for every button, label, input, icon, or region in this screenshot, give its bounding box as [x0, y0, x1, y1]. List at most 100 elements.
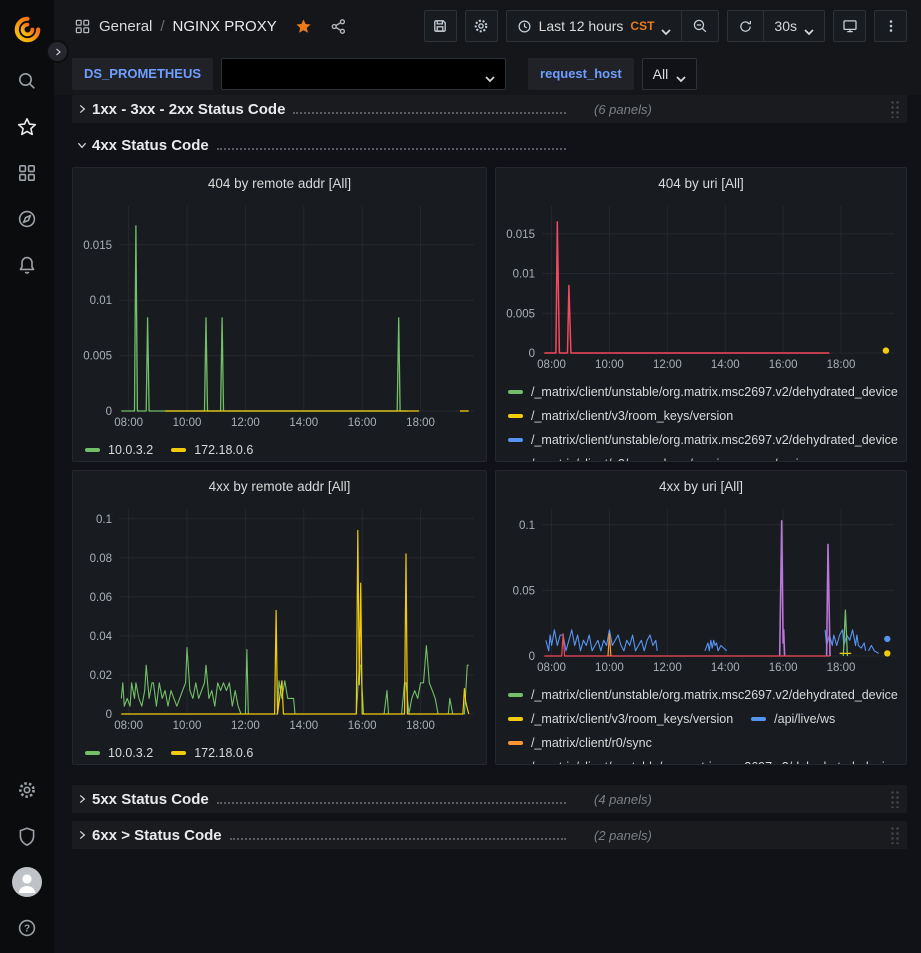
legend-item[interactable]: 172.18.0.6	[171, 741, 253, 765]
legend-label: 10.0.3.2	[108, 741, 153, 765]
legend-item[interactable]: /_matrix/client/unstable/org.matrix.msc2…	[508, 380, 898, 404]
panel-title[interactable]: 404 by remote addr [All]	[73, 168, 486, 198]
legend-label: /_matrix/client/r0/sync	[531, 731, 652, 755]
chevron-down-icon	[76, 139, 88, 151]
dashboards-grid-icon	[74, 18, 91, 35]
legend-label: 172.18.0.6	[194, 741, 253, 765]
sidebar: ?	[0, 0, 54, 953]
legend-item[interactable]: /_matrix/client/unstable/org.matrix.msc2…	[508, 428, 898, 452]
chart-4xx-by-uri[interactable]: 08:0010:0012:0014:0016:0018:0000.050.1	[496, 501, 906, 681]
row-title: 6xx > Status Code	[92, 827, 222, 844]
sidebar-item-server-admin[interactable]	[0, 813, 54, 859]
monitor-icon	[842, 18, 858, 34]
chart-4xx-by-remote-addr[interactable]: 08:0010:0012:0014:0016:0018:0000.020.040…	[73, 501, 486, 739]
save-dashboard-button[interactable]	[424, 10, 457, 42]
panel-4xx-by-uri: 4xx by uri [All] 08:0010:0012:0014:0016:…	[495, 470, 907, 765]
panel-title[interactable]: 4xx by remote addr [All]	[73, 471, 486, 501]
dashboard-title[interactable]: NGINX PROXY	[173, 18, 277, 35]
sidebar-item-alerting[interactable]	[0, 242, 54, 288]
sidebar-item-starred[interactable]	[0, 104, 54, 150]
legend-label: 10.0.3.2	[108, 438, 153, 462]
svg-text:0: 0	[106, 406, 112, 418]
legend-item[interactable]: 10.0.3.2	[85, 741, 153, 765]
legend-item[interactable]: /_matrix/client/unstable/org.matrix.msc2…	[508, 683, 898, 707]
request-host-variable-select[interactable]: All	[642, 58, 698, 90]
sidebar-item-search[interactable]	[0, 58, 54, 104]
row-header-5xx[interactable]: 5xx Status Code (4 panels)	[72, 785, 907, 813]
refresh-icon	[738, 19, 753, 34]
sidebar-item-help[interactable]: ?	[0, 905, 54, 951]
row-header-4xx[interactable]: 4xx Status Code	[72, 131, 907, 159]
dashboards-grid-icon	[17, 163, 37, 183]
tv-mode-button[interactable]	[833, 10, 866, 42]
breadcrumb-section[interactable]: General	[99, 18, 152, 35]
legend-label: /api/live/ws	[774, 707, 835, 731]
row-drag-handle[interactable]	[890, 826, 899, 844]
legend-swatch	[508, 438, 523, 442]
legend-item[interactable]: 172.18.0.6	[171, 438, 253, 462]
panel-title[interactable]: 404 by uri [All]	[496, 168, 906, 198]
datasource-variable-label[interactable]: DS_PROMETHEUS	[72, 58, 213, 90]
svg-text:08:00: 08:00	[114, 720, 143, 732]
chevron-down-icon	[676, 76, 686, 83]
share-button[interactable]	[330, 18, 347, 35]
row-drag-handle[interactable]	[890, 790, 899, 808]
dashboard-content: 1xx - 3xx - 2xx Status Code (6 panels) 4…	[54, 95, 921, 953]
svg-text:0.06: 0.06	[90, 592, 112, 604]
breadcrumb: General / NGINX PROXY	[74, 18, 347, 35]
chart-svg: 08:0010:0012:0014:0016:0018:0000.020.040…	[73, 501, 486, 734]
request-host-variable-value: All	[653, 66, 669, 82]
chart-svg: 08:0010:0012:0014:0016:0018:0000.0050.01…	[73, 198, 486, 431]
legend-swatch	[171, 448, 186, 452]
legend-item[interactable]: /_matrix/client/r0/sync	[508, 731, 652, 755]
svg-text:18:00: 18:00	[406, 417, 435, 429]
sidebar-item-profile[interactable]	[0, 859, 54, 905]
chevron-right-icon	[53, 47, 63, 57]
sidebar-expand-button[interactable]	[46, 40, 69, 63]
time-range-picker[interactable]: Last 12 hours CST	[507, 11, 682, 41]
refresh-button[interactable]	[728, 11, 763, 41]
sidebar-bottom: ?	[0, 767, 54, 953]
request-host-variable-label[interactable]: request_host	[528, 58, 634, 90]
legend-item[interactable]: /_matrix/client/v3/room_keys/version	[508, 707, 733, 731]
legend-item[interactable]: /sw.js	[751, 452, 805, 462]
chevron-right-icon	[76, 793, 88, 805]
row-header-6xx[interactable]: 6xx > Status Code (2 panels)	[72, 821, 907, 849]
legend-item[interactable]: /_matrix/client/v3/room_keys/version	[508, 404, 733, 428]
sidebar-item-dashboards[interactable]	[0, 150, 54, 196]
chevron-down-icon	[661, 29, 671, 36]
person-icon	[12, 867, 42, 897]
chart-svg: 08:0010:0012:0014:0016:0018:0000.0050.01…	[496, 198, 906, 373]
legend-item[interactable]: /_matrix/client/unstable/org.matrix.msc2…	[508, 755, 898, 765]
chart-404-by-remote-addr[interactable]: 08:0010:0012:0014:0016:0018:0000.0050.01…	[73, 198, 486, 436]
legend-item[interactable]: 10.0.3.2	[85, 438, 153, 462]
svg-text:16:00: 16:00	[769, 662, 798, 674]
row-drag-handle[interactable]	[890, 100, 899, 118]
svg-text:18:00: 18:00	[827, 359, 856, 371]
refresh-interval-picker[interactable]: 30s	[763, 11, 824, 41]
legend-item[interactable]: /_matrix/client/v3/room_keys/version	[508, 452, 733, 462]
clock-icon	[517, 19, 532, 34]
sidebar-item-configuration[interactable]	[0, 767, 54, 813]
favorite-star-button[interactable]	[295, 18, 312, 35]
kebab-menu-button[interactable]	[874, 10, 907, 42]
row-panel-count: (2 panels)	[594, 828, 652, 843]
svg-text:0.005: 0.005	[506, 308, 535, 320]
panel-title[interactable]: 4xx by uri [All]	[496, 471, 906, 501]
sidebar-item-explore[interactable]	[0, 196, 54, 242]
refresh-interval-label: 30s	[774, 18, 797, 34]
panel-404-by-uri: 404 by uri [All] 08:0010:0012:0014:0016:…	[495, 167, 907, 462]
dotted-leader	[217, 138, 566, 150]
row-header-1xx-3xx-2xx[interactable]: 1xx - 3xx - 2xx Status Code (6 panels)	[72, 95, 907, 123]
chart-404-by-uri[interactable]: 08:0010:0012:0014:0016:0018:0000.0050.01…	[496, 198, 906, 378]
legend-label: /sw.js	[774, 452, 805, 462]
dashboard-settings-button[interactable]	[465, 10, 498, 42]
main-area: General / NGINX PROXY	[54, 0, 921, 953]
zoom-out-time-button[interactable]	[681, 11, 718, 41]
datasource-variable-select[interactable]	[221, 58, 506, 90]
legend-item[interactable]: /api/live/ws	[751, 707, 835, 731]
svg-text:0.01: 0.01	[513, 269, 535, 281]
timezone-label: CST	[630, 19, 654, 33]
svg-text:0.015: 0.015	[83, 240, 112, 252]
row-title: 5xx Status Code	[92, 791, 209, 808]
